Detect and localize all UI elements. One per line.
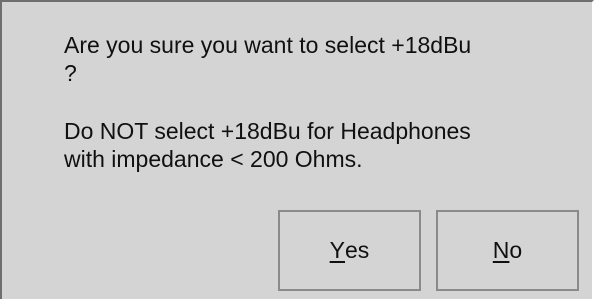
- confirm-question-line-2: ?: [64, 60, 77, 86]
- yes-button-mnemonic: Y: [329, 237, 346, 263]
- no-button[interactable]: No: [436, 210, 579, 291]
- no-button-mnemonic: N: [492, 237, 510, 263]
- yes-button-label: es: [345, 237, 370, 263]
- warning-line-1: Do NOT select +18dBu for Headphones: [64, 118, 471, 144]
- confirmation-dialog: Are you sure you want to select +18dBu ?…: [0, 0, 594, 299]
- headphone-impedance-warning: Do NOT select +18dBu for Headphones with…: [64, 117, 584, 173]
- no-button-label: o: [509, 237, 523, 263]
- confirm-question: Are you sure you want to select +18dBu ?: [64, 31, 584, 87]
- confirm-question-line-1: Are you sure you want to select +18dBu: [64, 32, 472, 58]
- yes-button[interactable]: Yes: [278, 210, 421, 291]
- warning-line-2: with impedance < 200 Ohms.: [64, 146, 363, 172]
